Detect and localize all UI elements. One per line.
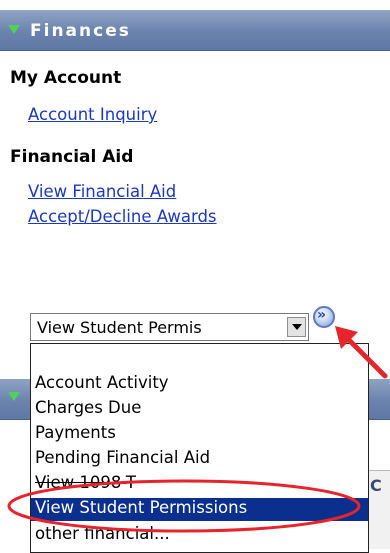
chevron-down-icon[interactable] [287,317,306,337]
view-financial-aid-link[interactable]: View Financial Aid [28,182,176,201]
collapse-triangle-icon[interactable] [8,392,20,401]
dropdown-option[interactable]: other financial... [31,524,368,547]
dropdown-option[interactable]: Charges Due [31,398,368,421]
select-current-value: View Student Permis [37,318,202,337]
pagelet-title: Finances [30,21,131,41]
dropdown-option-selected[interactable]: View Student Permissions [31,498,368,521]
go-button[interactable]: » [313,306,335,328]
my-account-heading: My Account [10,68,122,88]
dropdown-option[interactable]: Pending Financial Aid [31,448,368,471]
collapse-triangle-icon[interactable] [8,25,20,34]
other-financial-select[interactable]: View Student Permis [30,313,309,341]
content-box-label: C [370,476,382,495]
financial-aid-heading: Financial Aid [10,147,134,167]
dropdown-option[interactable]: Payments [31,423,368,446]
finances-pagelet-header[interactable]: Finances [0,10,390,51]
double-chevron-right-icon: » [317,307,327,323]
dropdown-option[interactable]: View 1098-T [31,473,368,496]
accept-decline-awards-link[interactable]: Accept/Decline Awards [28,207,217,226]
dropdown-list[interactable]: Account Activity Charges Due Payments Pe… [30,343,369,553]
dropdown-option-blank[interactable] [31,346,368,369]
account-inquiry-link[interactable]: Account Inquiry [28,105,157,124]
dropdown-option[interactable]: Account Activity [31,373,368,396]
